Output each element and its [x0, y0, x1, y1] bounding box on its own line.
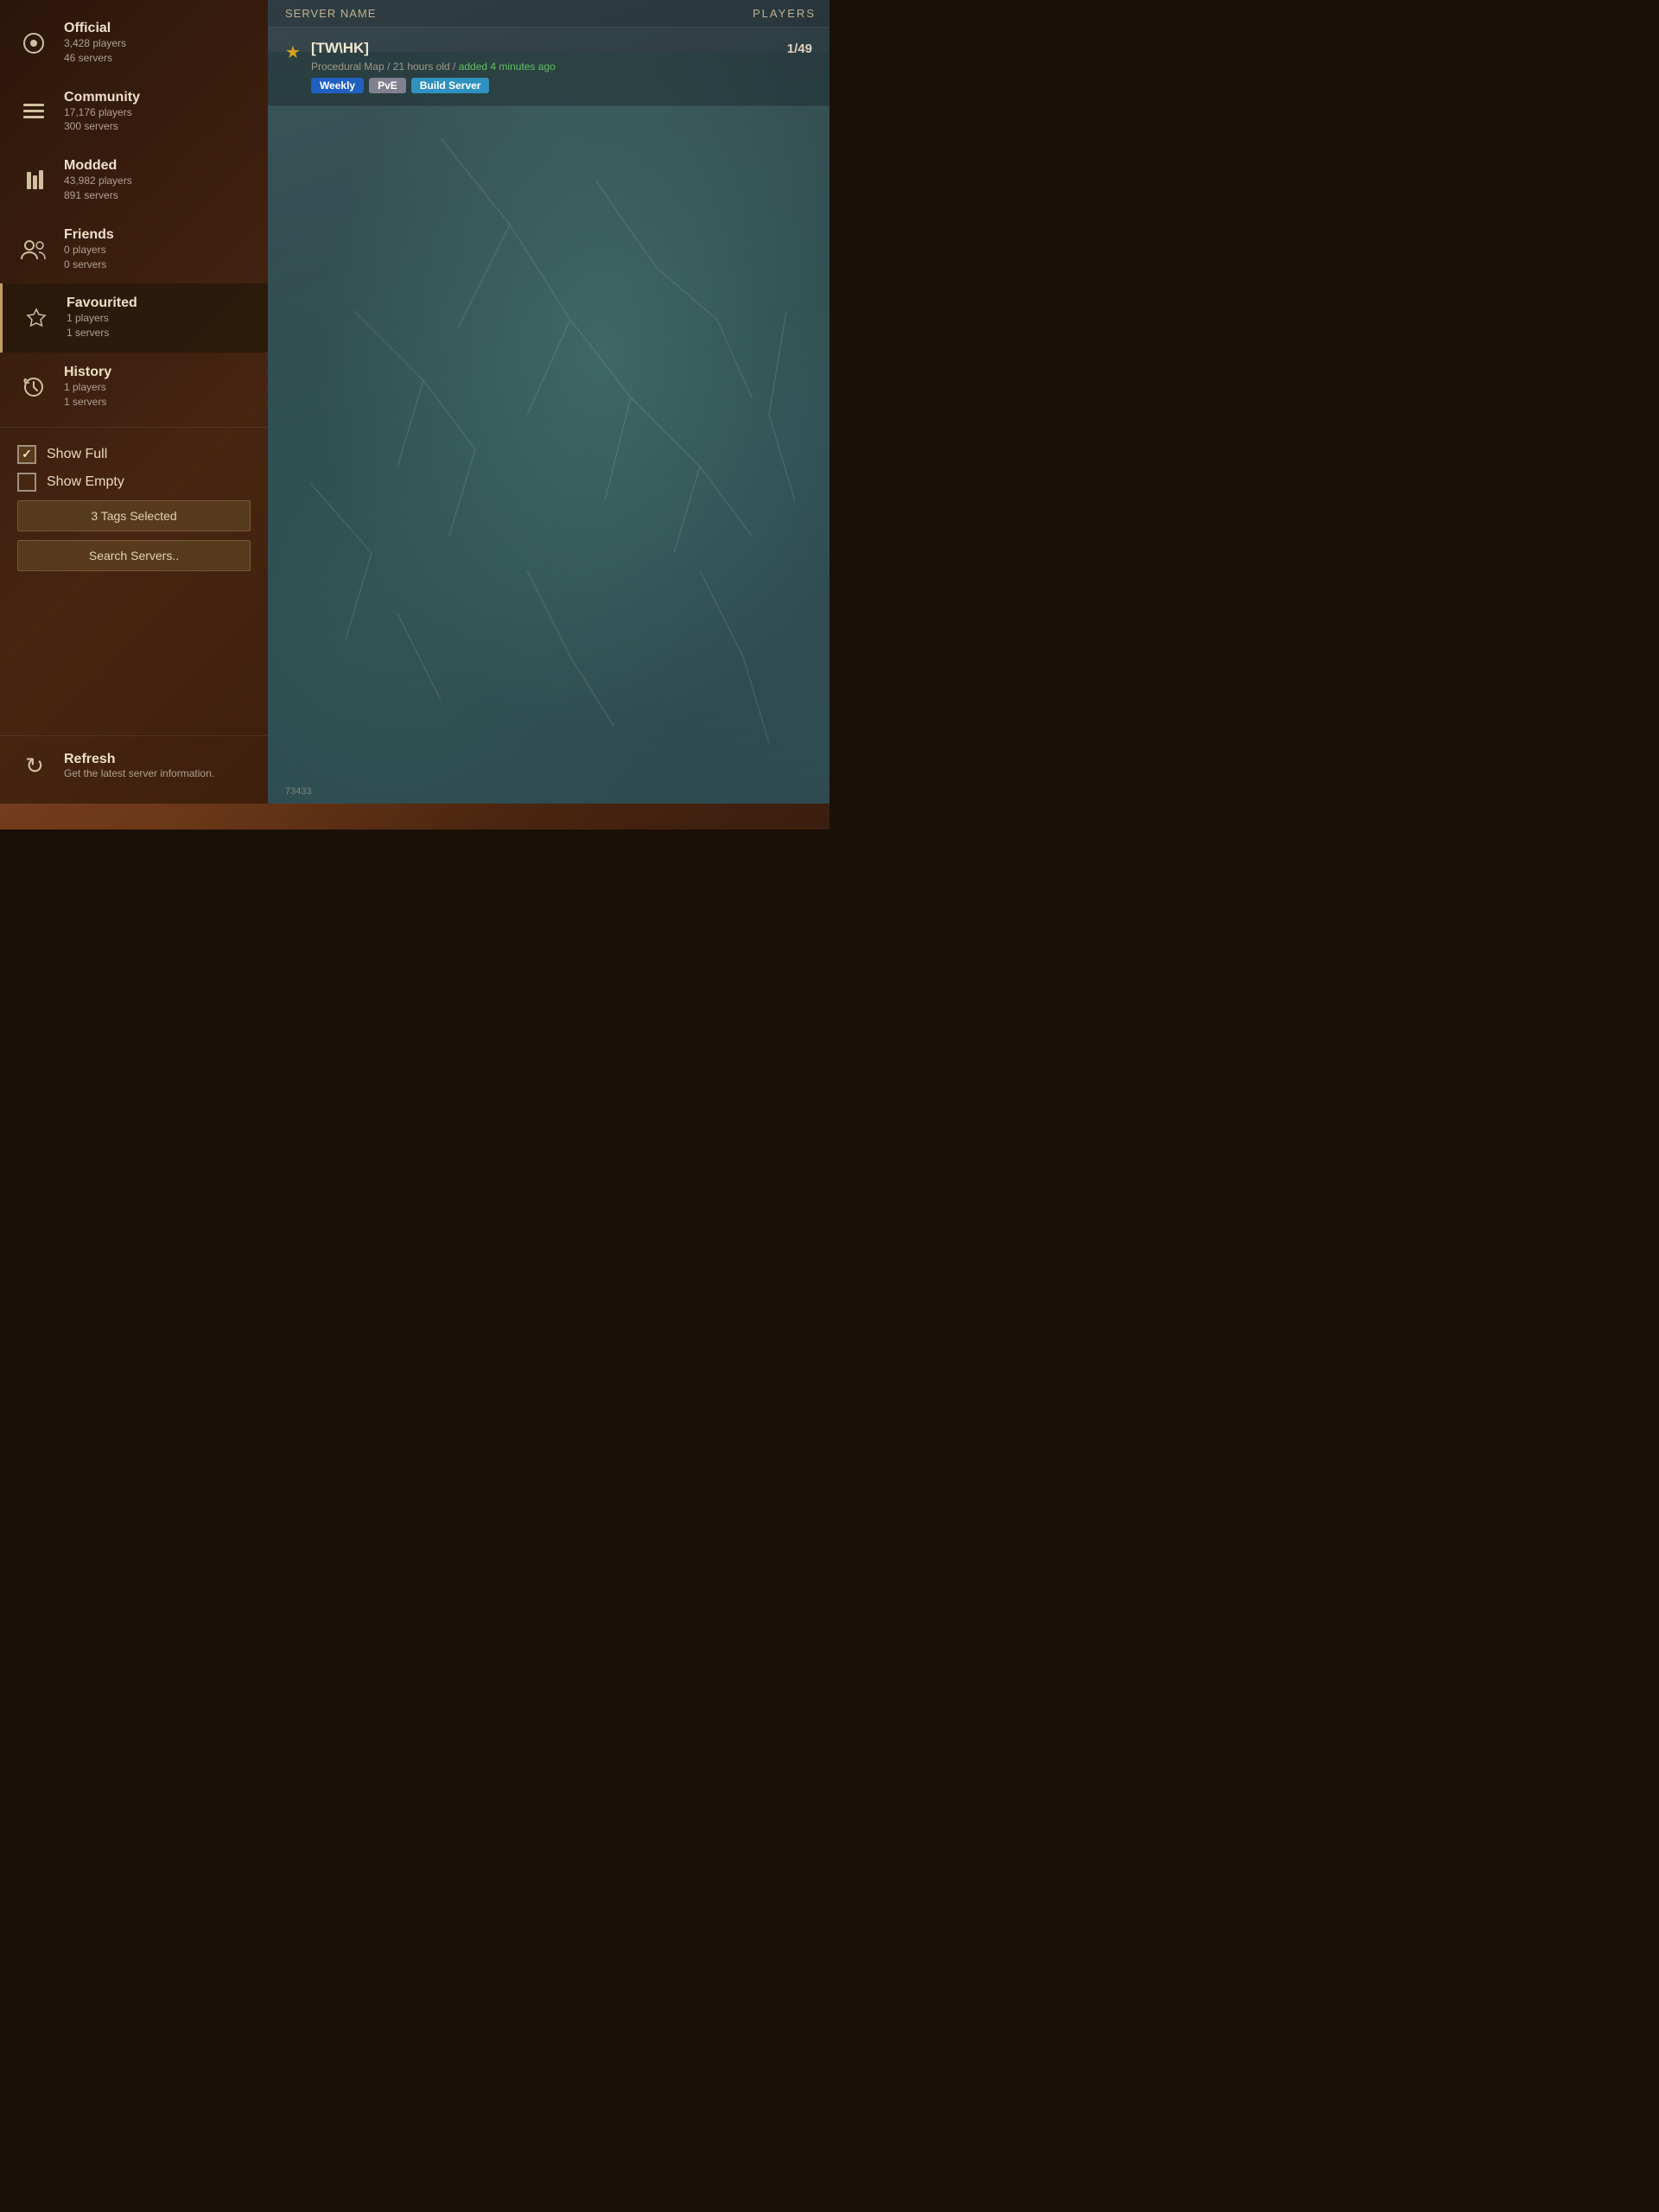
tag-weekly: Weekly — [311, 78, 364, 93]
friends-nav-text: Friends 0 players0 servers — [64, 227, 114, 272]
official-nav-text: Official 3,428 players46 servers — [64, 21, 126, 66]
map-background — [268, 52, 830, 804]
sidebar-item-modded[interactable]: Modded 43,982 players891 servers — [0, 146, 268, 215]
show-full-checkbox-box[interactable] — [17, 445, 36, 464]
show-full-checkbox[interactable]: Show Full — [17, 445, 251, 464]
server-list-header: SERVER NAME — [268, 0, 830, 28]
refresh-subtitle: Get the latest server information. — [64, 767, 214, 779]
sidebar-item-official[interactable]: Official 3,428 players46 servers — [0, 9, 268, 78]
refresh-icon: ↻ — [17, 748, 52, 783]
server-added: added 4 minutes ago — [459, 60, 556, 73]
players-column-header: PLAYERS — [753, 7, 816, 20]
history-sub: 1 players1 servers — [64, 380, 111, 410]
map-id: 73433 — [285, 786, 312, 797]
community-title: Community — [64, 90, 140, 105]
history-icon — [17, 371, 50, 404]
refresh-title: Refresh — [64, 752, 214, 767]
server-tags: Weekly PvE Build Server — [311, 78, 779, 93]
community-icon — [17, 95, 50, 128]
favourited-nav-text: Favourited 1 players1 servers — [67, 296, 137, 340]
official-title: Official — [64, 21, 126, 36]
server-meta: Procedural Map / 21 hours old / added 4 … — [311, 60, 779, 73]
map-svg — [268, 52, 830, 804]
server-name: [TW\HK] — [311, 40, 779, 57]
show-empty-label: Show Empty — [47, 474, 124, 490]
sidebar-item-community[interactable]: Community 17,176 players300 servers — [0, 78, 268, 147]
show-full-label: Show Full — [47, 447, 107, 462]
history-title: History — [64, 365, 111, 380]
official-sub: 3,428 players46 servers — [64, 36, 126, 66]
friends-title: Friends — [64, 227, 114, 243]
modded-icon — [17, 164, 50, 197]
table-row[interactable]: ★ [TW\HK] Procedural Map / 21 hours old … — [268, 28, 830, 106]
modded-nav-text: Modded 43,982 players891 servers — [64, 158, 132, 203]
star-icon[interactable]: ★ — [285, 41, 301, 63]
tags-button[interactable]: 3 Tags Selected — [17, 500, 251, 531]
friends-icon — [17, 233, 50, 266]
community-nav-text: Community 17,176 players300 servers — [64, 90, 140, 135]
favourited-sub: 1 players1 servers — [67, 311, 137, 340]
modded-sub: 43,982 players891 servers — [64, 174, 132, 203]
server-info: [TW\HK] Procedural Map / 21 hours old / … — [311, 40, 779, 93]
main-content: PLAYERS — [268, 0, 830, 804]
filter-area: Show Full Show Empty 3 Tags Selected Sea… — [0, 433, 268, 583]
sidebar-item-history[interactable]: History 1 players1 servers — [0, 353, 268, 422]
favourited-icon — [20, 302, 53, 334]
server-left: ★ [TW\HK] Procedural Map / 21 hours old … — [285, 40, 779, 93]
history-nav-text: History 1 players1 servers — [64, 365, 111, 410]
refresh-button[interactable]: ↻ Refresh Get the latest server informat… — [0, 735, 268, 795]
community-sub: 17,176 players300 servers — [64, 105, 140, 135]
tag-pve: PvE — [369, 78, 406, 93]
show-empty-checkbox[interactable]: Show Empty — [17, 473, 251, 492]
tag-build-server: Build Server — [411, 78, 490, 93]
refresh-text: Refresh Get the latest server informatio… — [64, 752, 214, 779]
server-name-column-header: SERVER NAME — [285, 7, 376, 20]
sidebar-divider — [0, 427, 268, 428]
official-icon — [17, 27, 50, 60]
sidebar-item-favourited[interactable]: Favourited 1 players1 servers — [0, 283, 268, 353]
show-empty-checkbox-box[interactable] — [17, 473, 36, 492]
sidebar: Official 3,428 players46 servers Communi… — [0, 0, 268, 804]
sidebar-item-friends[interactable]: Friends 0 players0 servers — [0, 215, 268, 284]
server-player-count: 1/49 — [787, 41, 812, 56]
modded-title: Modded — [64, 158, 132, 174]
friends-sub: 0 players0 servers — [64, 243, 114, 272]
search-servers-button[interactable]: Search Servers.. — [17, 540, 251, 571]
favourited-title: Favourited — [67, 296, 137, 311]
server-list: ★ [TW\HK] Procedural Map / 21 hours old … — [268, 28, 830, 106]
